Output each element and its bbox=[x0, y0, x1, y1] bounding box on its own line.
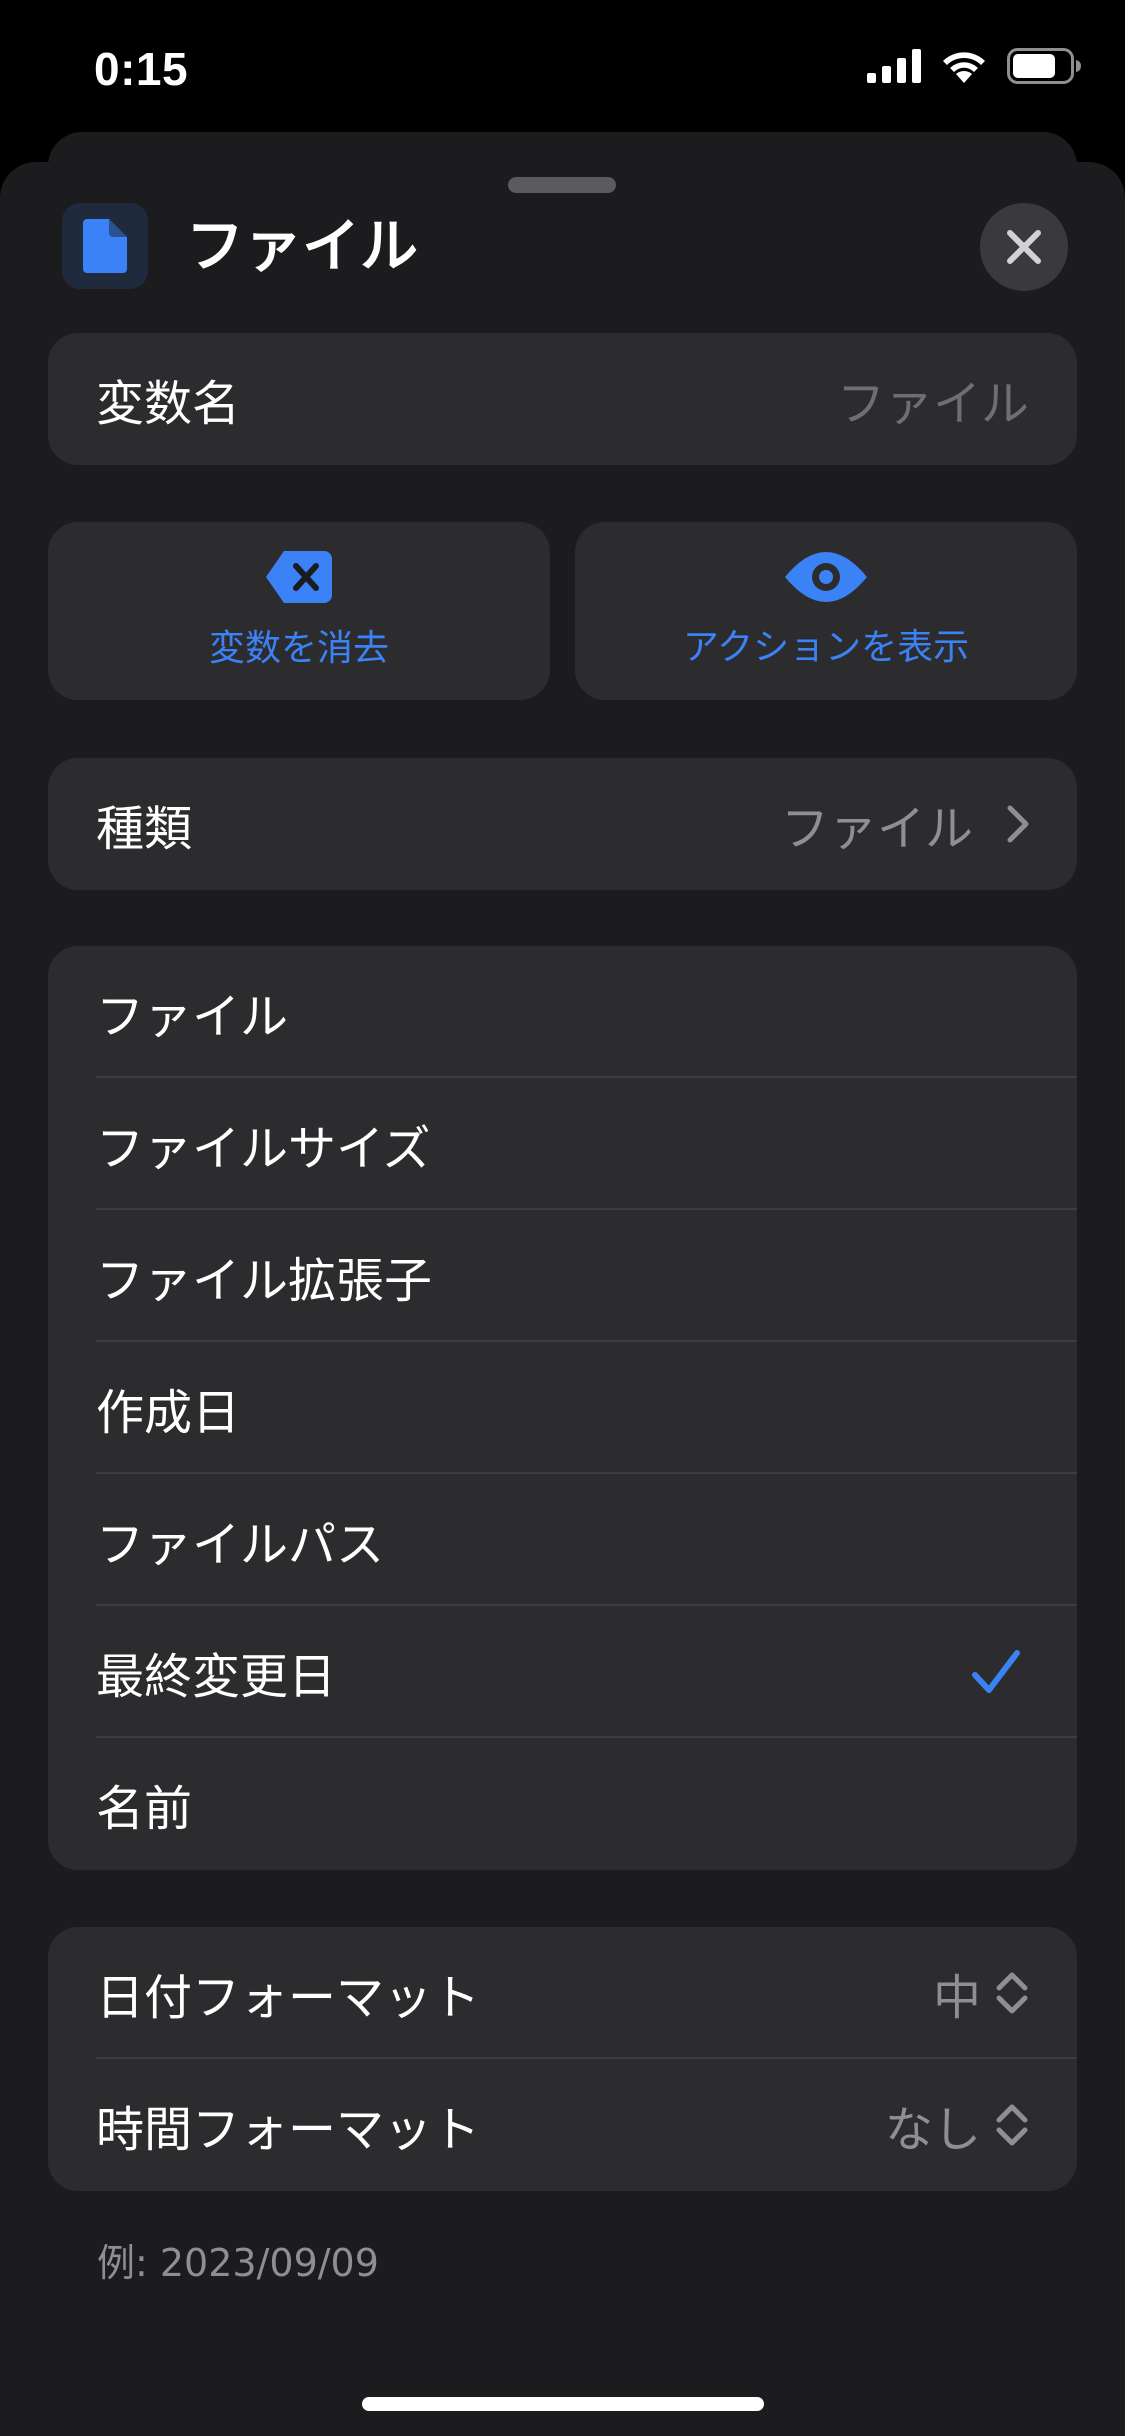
format-card: 日付フォーマット 中 時間フォーマット なし bbox=[48, 1927, 1077, 2191]
time-format-label: 時間フォーマット bbox=[96, 2102, 481, 2158]
date-format-label: 日付フォーマット bbox=[96, 1970, 481, 2026]
property-item-last-modified[interactable]: 最終変更日 bbox=[48, 1606, 1077, 1738]
checkmark-icon bbox=[972, 1650, 1020, 1693]
home-indicator[interactable] bbox=[362, 2397, 764, 2411]
cellular-signal-icon bbox=[867, 49, 921, 83]
wifi-icon bbox=[943, 52, 985, 83]
chevron-right-icon bbox=[1007, 805, 1029, 843]
time-format-row[interactable]: 時間フォーマット なし bbox=[48, 2059, 1077, 2191]
property-label: 作成日 bbox=[96, 1385, 241, 1441]
sheet-title: ファイル bbox=[186, 212, 419, 280]
type-row[interactable]: 種類 ファイル bbox=[48, 758, 1077, 890]
property-label: ファイル拡張子 bbox=[96, 1253, 433, 1309]
close-button[interactable] bbox=[980, 203, 1068, 291]
format-example: 例: 2023/09/09 bbox=[97, 2241, 379, 2285]
document-icon bbox=[62, 203, 148, 289]
property-list: ファイル ファイルサイズ ファイル拡張子 作成日 ファイルパス 最終変更日 名前 bbox=[48, 946, 1077, 1870]
variable-name-card: 変数名 ファイル bbox=[48, 333, 1077, 465]
type-label: 種類 bbox=[96, 801, 193, 857]
type-value: ファイル bbox=[780, 801, 973, 857]
delete-tag-icon bbox=[266, 551, 332, 603]
show-action-label: アクションを表示 bbox=[682, 627, 970, 668]
property-item-file[interactable]: ファイル bbox=[48, 946, 1077, 1078]
property-label: ファイルパス bbox=[96, 1517, 385, 1573]
time-format-value: なし bbox=[884, 2102, 981, 2158]
property-label: ファイルサイズ bbox=[96, 1121, 431, 1177]
clear-variable-label: 変数を消去 bbox=[208, 628, 389, 669]
variable-name-row[interactable]: 変数名 ファイル bbox=[48, 333, 1077, 465]
property-item-file-path[interactable]: ファイルパス bbox=[48, 1474, 1077, 1606]
close-icon bbox=[1007, 230, 1041, 264]
type-card: 種類 ファイル bbox=[48, 758, 1077, 890]
property-item-creation-date[interactable]: 作成日 bbox=[48, 1342, 1077, 1474]
chevron-up-down-icon bbox=[996, 2104, 1028, 2146]
property-label: ファイル bbox=[96, 989, 289, 1045]
property-label: 最終変更日 bbox=[96, 1649, 337, 1705]
variable-name-label: 変数名 bbox=[96, 376, 241, 432]
property-label: 名前 bbox=[96, 1781, 193, 1837]
property-item-name[interactable]: 名前 bbox=[48, 1738, 1077, 1870]
chevron-up-down-icon bbox=[996, 1972, 1028, 2014]
eye-icon bbox=[785, 552, 867, 602]
status-time: 0:15 bbox=[94, 43, 189, 95]
status-bar: 0:15 bbox=[0, 0, 1125, 132]
property-item-file-size[interactable]: ファイルサイズ bbox=[48, 1078, 1077, 1210]
date-format-row[interactable]: 日付フォーマット 中 bbox=[48, 1927, 1077, 2059]
date-format-value: 中 bbox=[932, 1970, 981, 2026]
clear-variable-button[interactable]: 変数を消去 bbox=[48, 522, 550, 700]
show-action-button[interactable]: アクションを表示 bbox=[575, 522, 1077, 700]
sheet-grabber[interactable] bbox=[508, 177, 616, 193]
property-item-file-extension[interactable]: ファイル拡張子 bbox=[48, 1210, 1077, 1342]
variable-name-field[interactable]: ファイル bbox=[837, 364, 1029, 434]
battery-icon bbox=[1007, 48, 1081, 84]
status-icons bbox=[867, 48, 1083, 84]
